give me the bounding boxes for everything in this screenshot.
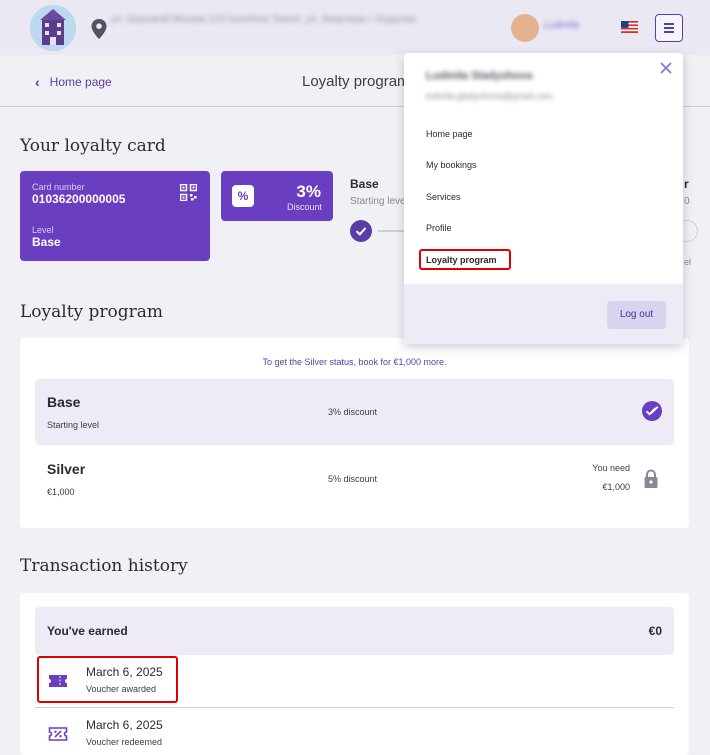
tier-silver: Silver €1,000 5% discount You need €1,00… — [35, 446, 674, 512]
back-link-label: Home page — [49, 75, 112, 89]
tier-need-label: You need — [592, 463, 630, 473]
qr-code-icon[interactable] — [180, 184, 197, 201]
menu-user-name: Ludmila Sladyshova — [426, 70, 533, 82]
discount-card: % 3% Discount — [221, 171, 333, 221]
top-header: ул. Шаховой.Москва 123 Sunshine Sweet. у… — [0, 0, 710, 55]
percent-icon: % — [232, 185, 254, 207]
hotel-address: ул. Шаховой.Москва 123 Sunshine Sweet. у… — [111, 14, 416, 25]
discount-value: 3% — [296, 182, 321, 201]
tier-need-value: €1,000 — [602, 482, 630, 492]
tier-sub: €1,000 — [47, 487, 75, 497]
tier-discount: 5% discount — [328, 474, 378, 484]
user-menu-dropdown: Ludmila Sladyshova ludmila.gladyshova@gm… — [404, 53, 683, 344]
menu-item-profile[interactable]: Profile — [426, 223, 452, 233]
menu-item-services[interactable]: Services — [426, 192, 461, 202]
hotel-logo[interactable] — [30, 5, 76, 51]
loyalty-card: Card number 01036200000005 Level Base — [20, 171, 210, 261]
chevron-left-icon: ‹ — [35, 74, 40, 90]
logout-button[interactable]: Log out — [607, 301, 666, 329]
earned-label: You've earned — [47, 624, 128, 638]
menu-button[interactable] — [655, 14, 683, 42]
next-level-sub-partial: 0 — [684, 196, 690, 207]
highlight-box — [419, 249, 511, 270]
level-progress-line — [378, 230, 406, 232]
card-number-label: Card number — [32, 182, 85, 192]
us-flag-icon[interactable] — [621, 21, 638, 33]
back-link[interactable]: ‹ Home page — [35, 74, 112, 90]
menu-item-my-bookings[interactable]: My bookings — [426, 160, 477, 170]
card-level-label: Level — [32, 225, 54, 235]
menu-user-email: ludmila.gladyshova@gmail.com — [426, 91, 553, 101]
earned-summary-row: You've earned €0 — [35, 607, 674, 655]
level-step-name: Base — [350, 177, 379, 191]
tier-sub: Starting level — [47, 420, 100, 430]
next-level-name-partial: r — [684, 177, 689, 191]
check-circle-icon — [350, 220, 372, 242]
close-icon[interactable] — [659, 61, 673, 75]
hamburger-icon — [664, 23, 674, 25]
card-level-value: Base — [32, 235, 61, 249]
transaction-row[interactable]: March 6, 2025 Voucher redeemed — [35, 709, 674, 755]
loyalty-program-heading: Loyalty program — [20, 302, 164, 322]
highlight-box — [37, 656, 178, 703]
level-step-sub: Starting level — [350, 196, 408, 207]
tier-discount: 3% discount — [328, 407, 378, 417]
discount-label: Discount — [286, 202, 322, 212]
map-pin-icon — [91, 19, 107, 39]
card-number-value: 01036200000005 — [32, 192, 126, 206]
user-avatar[interactable] — [511, 14, 539, 42]
tier-base: Base Starting level 3% discount — [35, 379, 674, 445]
tier-name: Silver — [47, 461, 86, 477]
check-badge-icon — [642, 401, 662, 421]
page-title: Loyalty program — [302, 73, 410, 90]
transaction-date: March 6, 2025 — [86, 718, 163, 732]
transaction-description: Voucher redeemed — [86, 737, 163, 747]
silver-status-hint: To get the Silver status, book for €1,00… — [262, 357, 447, 367]
next-level-caption-partial: el — [684, 257, 692, 267]
user-name-link[interactable]: Ludmila — [544, 20, 604, 38]
loyalty-card-heading: Your loyalty card — [20, 136, 166, 156]
transaction-history-heading: Transaction history — [20, 556, 188, 576]
loyalty-program-panel: To get the Silver status, book for €1,00… — [20, 338, 689, 528]
menu-footer: Log out — [404, 284, 683, 344]
divider — [35, 707, 674, 708]
voucher-percent-icon — [48, 727, 68, 741]
menu-item-home-page[interactable]: Home page — [426, 129, 473, 139]
tier-name: Base — [47, 394, 81, 410]
earned-value: €0 — [648, 624, 662, 638]
lock-icon — [644, 469, 658, 488]
